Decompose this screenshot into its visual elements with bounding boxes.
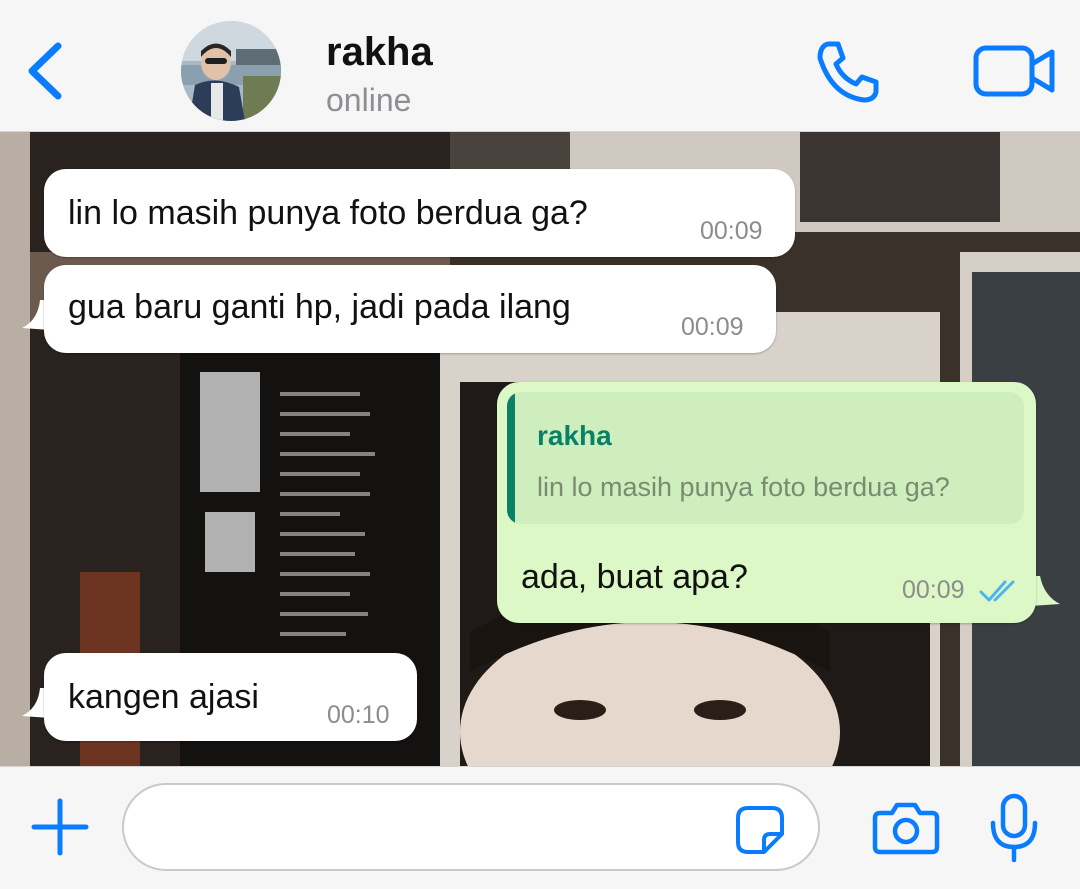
video-call-button[interactable]	[972, 42, 1058, 100]
double-check-icon	[979, 580, 1015, 602]
camera-icon	[872, 802, 940, 855]
sticker-button[interactable]	[734, 804, 786, 856]
quoted-text: lin lo masih punya foto berdua ga?	[537, 472, 950, 502]
quote-accent-bar	[507, 392, 515, 524]
phone-icon	[817, 41, 879, 103]
message-text: lin lo masih punya foto berdua ga?	[68, 194, 588, 232]
camera-button[interactable]	[872, 801, 940, 855]
voice-call-button[interactable]	[812, 38, 884, 104]
message-input[interactable]	[122, 783, 820, 871]
sticker-icon	[736, 806, 784, 854]
incoming-message[interactable]: gua baru ganti hp, jadi pada ilang 00:09	[44, 265, 776, 353]
plus-icon	[31, 798, 89, 856]
message-text: kangen ajasi	[68, 678, 259, 716]
quoted-sender: rakha	[537, 420, 612, 451]
message-time: 00:09	[700, 217, 763, 245]
chevron-left-icon	[28, 42, 62, 100]
contact-avatar[interactable]	[181, 21, 281, 121]
video-camera-icon	[973, 45, 1055, 97]
microphone-button[interactable]	[988, 793, 1040, 863]
outgoing-message[interactable]: rakha lin lo masih punya foto berdua ga?…	[497, 382, 1036, 623]
message-time: 00:09	[681, 313, 744, 341]
message-list[interactable]: lin lo masih punya foto berdua ga? 00:09…	[0, 132, 1080, 766]
microphone-icon	[990, 793, 1038, 863]
chat-header: rakha online	[0, 0, 1080, 132]
message-text: gua baru ganti hp, jadi pada ilang	[68, 288, 571, 326]
incoming-message[interactable]: lin lo masih punya foto berdua ga? 00:09	[44, 169, 795, 257]
attach-button[interactable]	[30, 797, 90, 857]
back-button[interactable]	[22, 38, 72, 104]
message-time: 00:09	[902, 576, 965, 604]
composer-bar	[0, 766, 1080, 889]
quoted-reply[interactable]: rakha lin lo masih punya foto berdua ga?	[507, 392, 1024, 524]
contact-name[interactable]: rakha	[326, 30, 433, 75]
message-time: 00:10	[327, 701, 390, 729]
incoming-message[interactable]: kangen ajasi 00:10	[44, 653, 417, 741]
contact-status: online	[326, 82, 412, 118]
message-text: ada, buat apa?	[521, 558, 748, 596]
